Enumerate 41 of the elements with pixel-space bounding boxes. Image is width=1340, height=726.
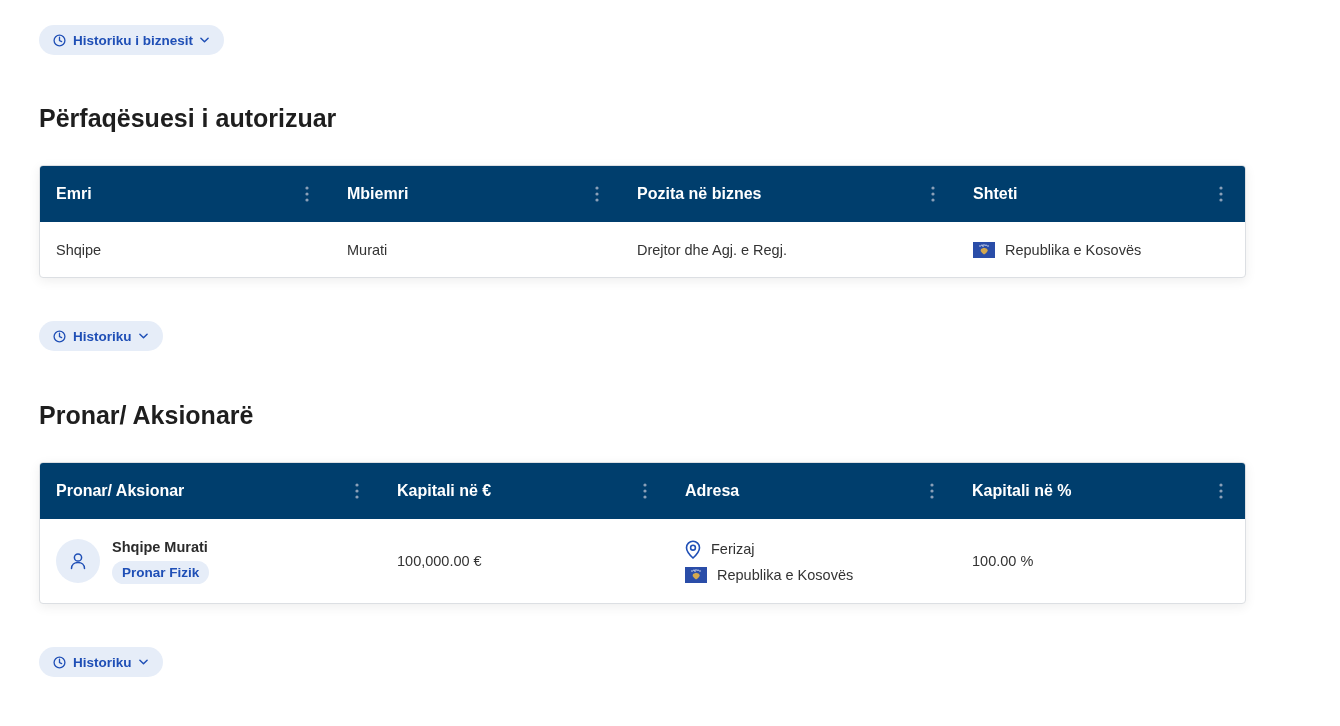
column-header: Mbiemri (347, 185, 409, 203)
more-vertical-icon[interactable] (595, 186, 599, 202)
location-pin-icon (685, 539, 701, 559)
chevron-down-icon (200, 37, 210, 43)
flag-icon (685, 566, 707, 583)
column-header: Kapitali në % (972, 482, 1072, 500)
clock-icon (53, 33, 66, 47)
column-header: Pozita në biznes (637, 185, 762, 203)
city-name: Ferizaj (711, 541, 755, 557)
section-title: Përfaqësuesi i autorizuar (39, 103, 337, 134)
person-icon (56, 539, 100, 583)
section-title: Pronar/ Aksionarë (39, 400, 254, 431)
column-header: Pronar/ Aksionar (56, 482, 185, 500)
more-vertical-icon[interactable] (1219, 186, 1223, 202)
flag-icon (973, 241, 995, 258)
history-button[interactable]: Historiku i biznesit (39, 25, 225, 55)
clock-icon (53, 329, 66, 343)
more-vertical-icon[interactable] (931, 186, 935, 202)
more-vertical-icon[interactable] (930, 483, 934, 499)
country-name: Republika e Kosovës (717, 566, 854, 583)
table-cell: 100.00 % (972, 553, 1034, 569)
more-vertical-icon[interactable] (355, 483, 359, 499)
column-header: Emri (56, 185, 92, 203)
more-vertical-icon[interactable] (305, 186, 309, 202)
more-vertical-icon[interactable] (643, 483, 647, 499)
table-cell: 100,000.00 € (397, 553, 482, 569)
more-vertical-icon[interactable] (1219, 483, 1223, 499)
history-button[interactable]: Historiku (39, 321, 163, 351)
country-name: Republika e Kosovës (1005, 241, 1142, 258)
column-header: Adresa (685, 482, 740, 500)
chevron-down-icon (138, 659, 148, 665)
chevron-down-icon (138, 333, 148, 339)
table-cell: Murati (347, 241, 388, 258)
history-button[interactable]: Historiku (39, 647, 163, 677)
column-header: Shteti (973, 185, 1018, 203)
clock-icon (53, 655, 66, 669)
owner-type-badge: Pronar Fizik (112, 560, 210, 584)
table-cell: Drejtor dhe Agj. e Regj. (637, 241, 787, 258)
column-header: Kapitali në € (397, 482, 492, 500)
table-cell: Shqipe (56, 241, 102, 258)
owner-name: Shqipe Murati (112, 538, 209, 555)
